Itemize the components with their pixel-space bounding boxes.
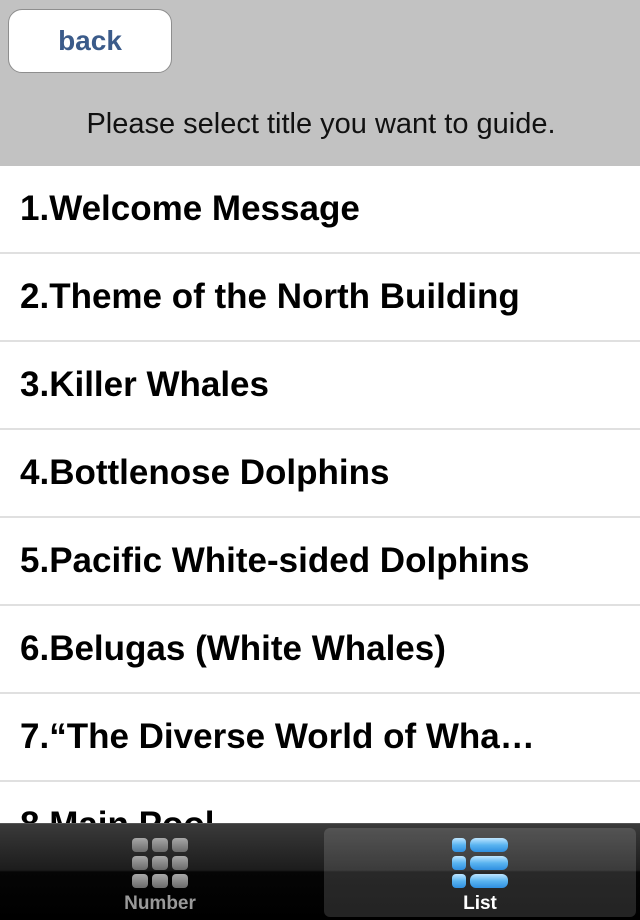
header-bar: back Please select title you want to gui… (0, 0, 640, 166)
list-item[interactable]: 1.Welcome Message (0, 166, 640, 254)
list-item-label: 2.Theme of the North Building (20, 277, 520, 316)
grid-icon (132, 838, 188, 888)
list-item[interactable]: 5.Pacific White-sided Dolphins (0, 518, 640, 606)
list-item-label: 8.Main Pool (20, 805, 214, 823)
back-button[interactable]: back (8, 9, 172, 73)
tab-list[interactable]: List (324, 828, 636, 917)
tab-list-label: List (463, 893, 497, 914)
tab-number-label: Number (124, 893, 196, 914)
list-item-label: 1.Welcome Message (20, 189, 360, 228)
list-icon (452, 838, 508, 888)
list-item-label: 6.Belugas (White Whales) (20, 629, 446, 668)
list-item[interactable]: 6.Belugas (White Whales) (0, 606, 640, 694)
page-prompt: Please select title you want to guide. (86, 108, 556, 140)
list-item-label: 7.“The Diverse World of Wha… (20, 717, 535, 756)
list-item[interactable]: 7.“The Diverse World of Wha… (0, 694, 640, 782)
list-item[interactable]: 2.Theme of the North Building (0, 254, 640, 342)
list-item-label: 5.Pacific White-sided Dolphins (20, 541, 530, 580)
list-item-label: 3.Killer Whales (20, 365, 269, 404)
list-item[interactable]: 4.Bottlenose Dolphins (0, 430, 640, 518)
title-list[interactable]: 1.Welcome Message 2.Theme of the North B… (0, 166, 640, 823)
list-item-label: 4.Bottlenose Dolphins (20, 453, 390, 492)
list-item[interactable]: 8.Main Pool (0, 782, 640, 823)
tab-bar: Number List (0, 823, 640, 920)
list-item[interactable]: 3.Killer Whales (0, 342, 640, 430)
tab-number[interactable]: Number (4, 828, 316, 917)
